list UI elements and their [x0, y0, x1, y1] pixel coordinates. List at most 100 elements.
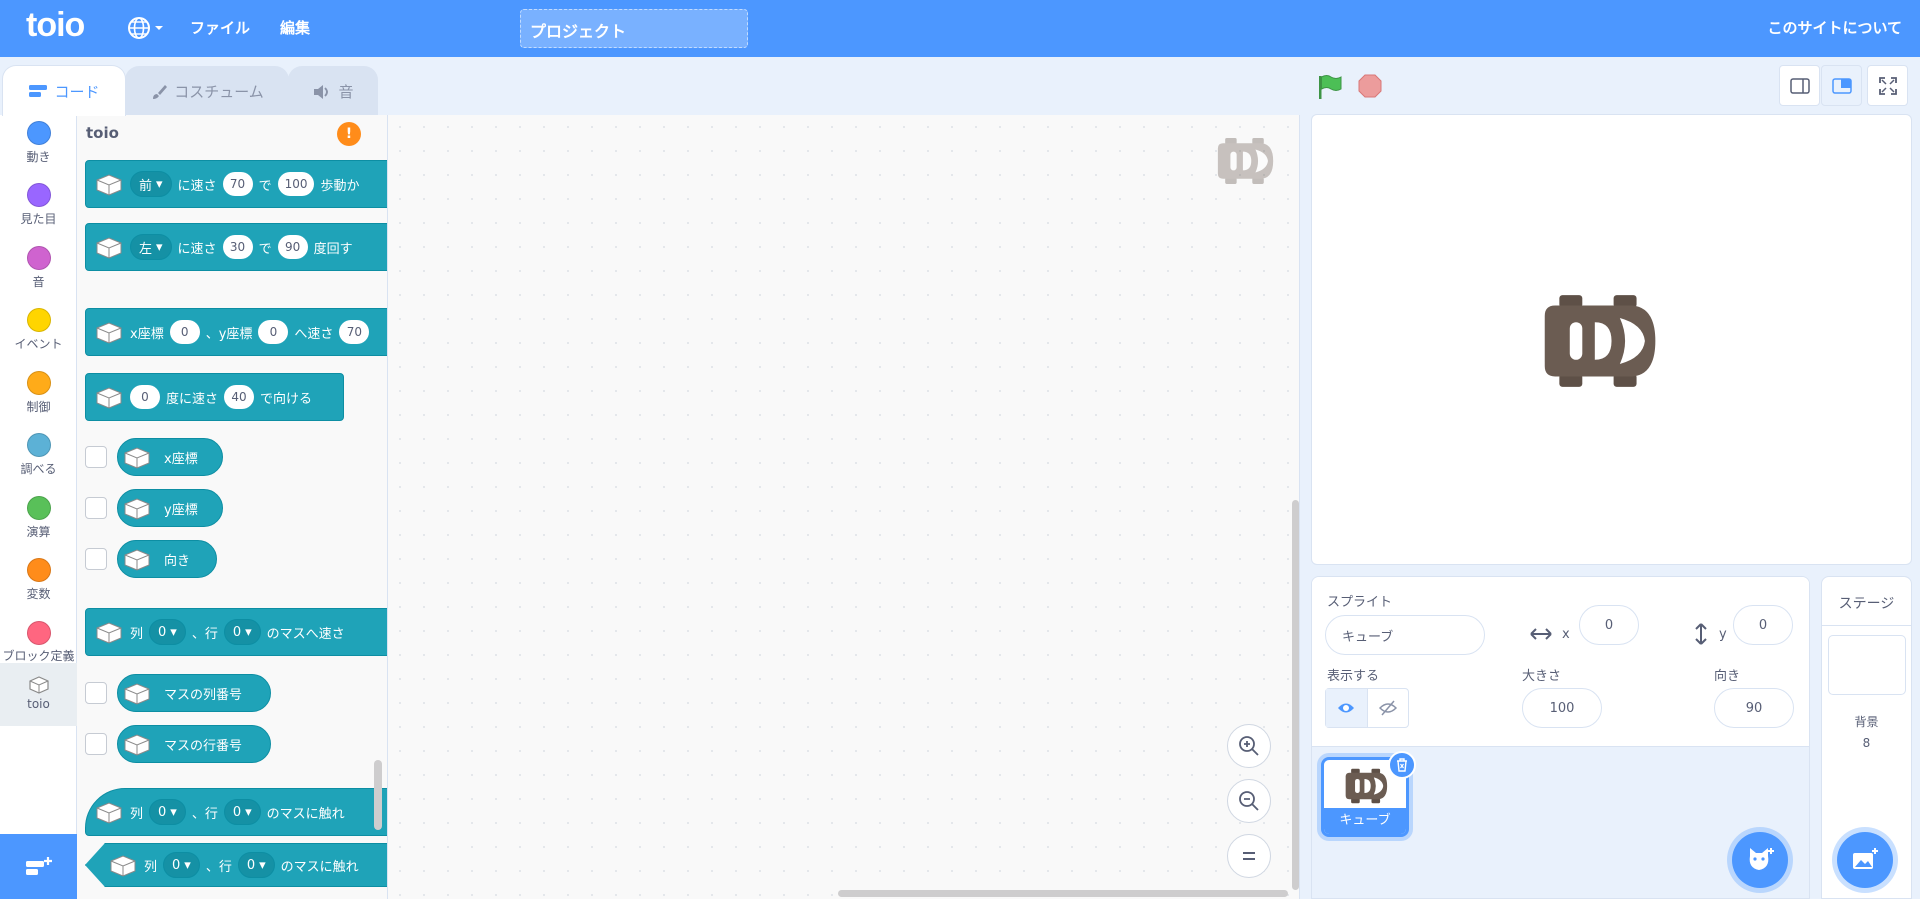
row-dropdown[interactable]: 0 ▾ — [223, 619, 261, 645]
toio-cube-icon — [96, 174, 122, 196]
x-input[interactable]: 0 — [1579, 605, 1639, 645]
direction-dropdown[interactable]: 前 ▾ — [130, 171, 172, 197]
category-sensing[interactable]: 調べる — [0, 433, 77, 477]
toio-cube-icon — [124, 447, 150, 469]
normal-stage-icon — [1831, 77, 1852, 94]
language-menu-button[interactable] — [127, 15, 167, 41]
x-input[interactable]: 0 — [169, 320, 200, 344]
show-sprite-button[interactable] — [1326, 689, 1368, 727]
stage-canvas[interactable] — [1311, 114, 1912, 565]
category-events[interactable]: イベント — [0, 308, 77, 352]
category-toio[interactable]: toio — [0, 663, 77, 726]
fullscreen-button[interactable] — [1867, 65, 1908, 106]
tab-costumes[interactable]: コスチューム — [125, 66, 289, 116]
y-input[interactable]: 0 — [258, 320, 289, 344]
script-workspace[interactable] — [388, 115, 1300, 899]
row-number-reporter[interactable]: マスの行番号 — [117, 725, 271, 763]
zoom-in-button[interactable] — [1227, 724, 1271, 768]
touch-column-dropdown[interactable]: 0 ▾ — [149, 799, 186, 825]
warning-icon[interactable]: ! — [337, 122, 361, 146]
stage-target-pane[interactable]: ステージ 背景 8 — [1821, 576, 1912, 899]
speed-input[interactable]: 70 — [222, 172, 253, 196]
direction-reporter[interactable]: 向き — [117, 540, 217, 578]
turn-block[interactable]: 左 ▾ に速さ 30 で 90 度回す — [85, 223, 387, 271]
direction-checkbox[interactable] — [85, 548, 107, 570]
point-speed-input[interactable]: 40 — [224, 385, 255, 409]
turn-direction-dropdown[interactable]: 左 ▾ — [130, 234, 172, 260]
cube-sprite[interactable] — [1540, 293, 1658, 393]
hide-sprite-button[interactable] — [1368, 689, 1409, 727]
category-dot-icon — [26, 558, 51, 582]
toio-cube-icon — [110, 855, 136, 877]
about-link[interactable]: このサイトについて — [1767, 17, 1902, 38]
vertical-arrow-icon — [1695, 623, 1707, 645]
degrees-input[interactable]: 0 — [130, 385, 160, 409]
category-operators[interactable]: 演算 — [0, 496, 77, 540]
size-input[interactable]: 100 — [1522, 688, 1602, 728]
point-direction-block[interactable]: 0 度に速さ 40 で向ける — [85, 373, 344, 421]
small-stage-button[interactable] — [1779, 65, 1820, 106]
eye-hidden-icon — [1378, 700, 1397, 716]
move-block[interactable]: 前 ▾ に速さ 70 で 100 歩動か — [85, 160, 387, 208]
choose-sprite-button[interactable] — [1732, 832, 1788, 888]
category-looks[interactable]: 見た目 — [0, 183, 77, 227]
y-input[interactable]: 0 — [1733, 605, 1793, 645]
green-flag-button[interactable] — [1316, 73, 1344, 105]
row-number-checkbox[interactable] — [85, 733, 107, 755]
stage-pane-title: ステージ — [1822, 577, 1911, 626]
menu-bar: toio ファイル 編集 プロジェクト このサイトについて — [0, 0, 1920, 57]
sprite-name-input[interactable]: キューブ — [1325, 615, 1485, 655]
x-position-reporter[interactable]: x座標 — [117, 438, 223, 476]
delete-sprite-button[interactable] — [1388, 751, 1416, 779]
bool-column-dropdown[interactable]: 0 ▾ — [163, 852, 200, 878]
toio-cube-car-icon — [1544, 295, 1656, 387]
grid-touch-boolean-block[interactable]: 列 0 ▾ 、行 0 ▾ のマスに触れ — [85, 843, 387, 887]
tab-sounds-label: 音 — [338, 83, 354, 101]
horizontal-arrow-icon — [1530, 628, 1552, 640]
y-position-checkbox[interactable] — [85, 497, 107, 519]
x-position-checkbox[interactable] — [85, 446, 107, 468]
zoom-out-button[interactable] — [1227, 779, 1271, 823]
workspace-horizontal-scrollbar[interactable] — [838, 890, 1288, 897]
category-variables[interactable]: 変数 — [0, 558, 77, 602]
category-sound[interactable]: 音 — [0, 246, 77, 290]
edit-menu[interactable]: 編集 — [280, 17, 310, 38]
column-number-checkbox[interactable] — [85, 682, 107, 704]
column-dropdown[interactable]: 0 ▾ — [149, 619, 186, 645]
move-to-xy-block[interactable]: x座標 0 、y座標 0 へ速さ 70 — [85, 308, 387, 356]
add-extension-button[interactable] — [0, 834, 77, 899]
choose-backdrop-button[interactable] — [1837, 832, 1893, 888]
file-menu[interactable]: ファイル — [190, 17, 250, 38]
project-title-input[interactable]: プロジェクト — [520, 9, 748, 48]
toio-logo[interactable]: toio — [26, 6, 85, 45]
grid-move-block[interactable]: 列 0 ▾ 、行 0 ▾ のマスへ速さ — [85, 608, 387, 656]
normal-stage-button[interactable] — [1821, 65, 1862, 106]
category-my-blocks[interactable]: ブロック定義 — [0, 621, 77, 665]
workspace-vertical-scrollbar[interactable] — [1292, 500, 1299, 890]
cat-add-icon — [1749, 848, 1774, 870]
stop-button[interactable] — [1358, 74, 1382, 98]
touch-row-dropdown[interactable]: 0 ▾ — [223, 799, 261, 825]
tab-sounds[interactable]: 音 — [288, 66, 378, 116]
visibility-toggle — [1325, 688, 1409, 728]
bool-row-dropdown[interactable]: 0 ▾ — [237, 852, 275, 878]
y-position-reporter[interactable]: y座標 — [117, 489, 223, 527]
zoom-reset-button[interactable] — [1227, 834, 1271, 878]
category-dot-icon — [26, 246, 51, 270]
tab-code[interactable]: コード — [2, 65, 126, 116]
category-motion[interactable]: 動き — [0, 121, 77, 165]
backdrops-label: 背景 — [1854, 715, 1879, 729]
direction-input[interactable]: 90 — [1714, 688, 1794, 728]
sprite-pane: スプライト キューブ x 0 y 0 表示する 大きさ 100 向き 90 キュ… — [1311, 576, 1810, 899]
column-number-reporter[interactable]: マスの列番号 — [117, 674, 271, 712]
steps-input[interactable]: 100 — [277, 172, 315, 196]
stage-thumbnail[interactable] — [1827, 635, 1906, 695]
turn-degrees-input[interactable]: 90 — [277, 235, 308, 259]
turn-speed-input[interactable]: 30 — [222, 235, 253, 259]
add-extension-icon — [25, 856, 52, 875]
palette-scrollbar[interactable] — [374, 760, 382, 830]
xy-speed-input[interactable]: 70 — [339, 320, 370, 344]
sprite-info-panel: スプライト キューブ x 0 y 0 表示する 大きさ 100 向き 90 — [1312, 577, 1809, 747]
grid-touch-hat-block[interactable]: 列 0 ▾ 、行 0 ▾ のマスに触れ — [85, 788, 387, 836]
category-control[interactable]: 制御 — [0, 371, 77, 415]
